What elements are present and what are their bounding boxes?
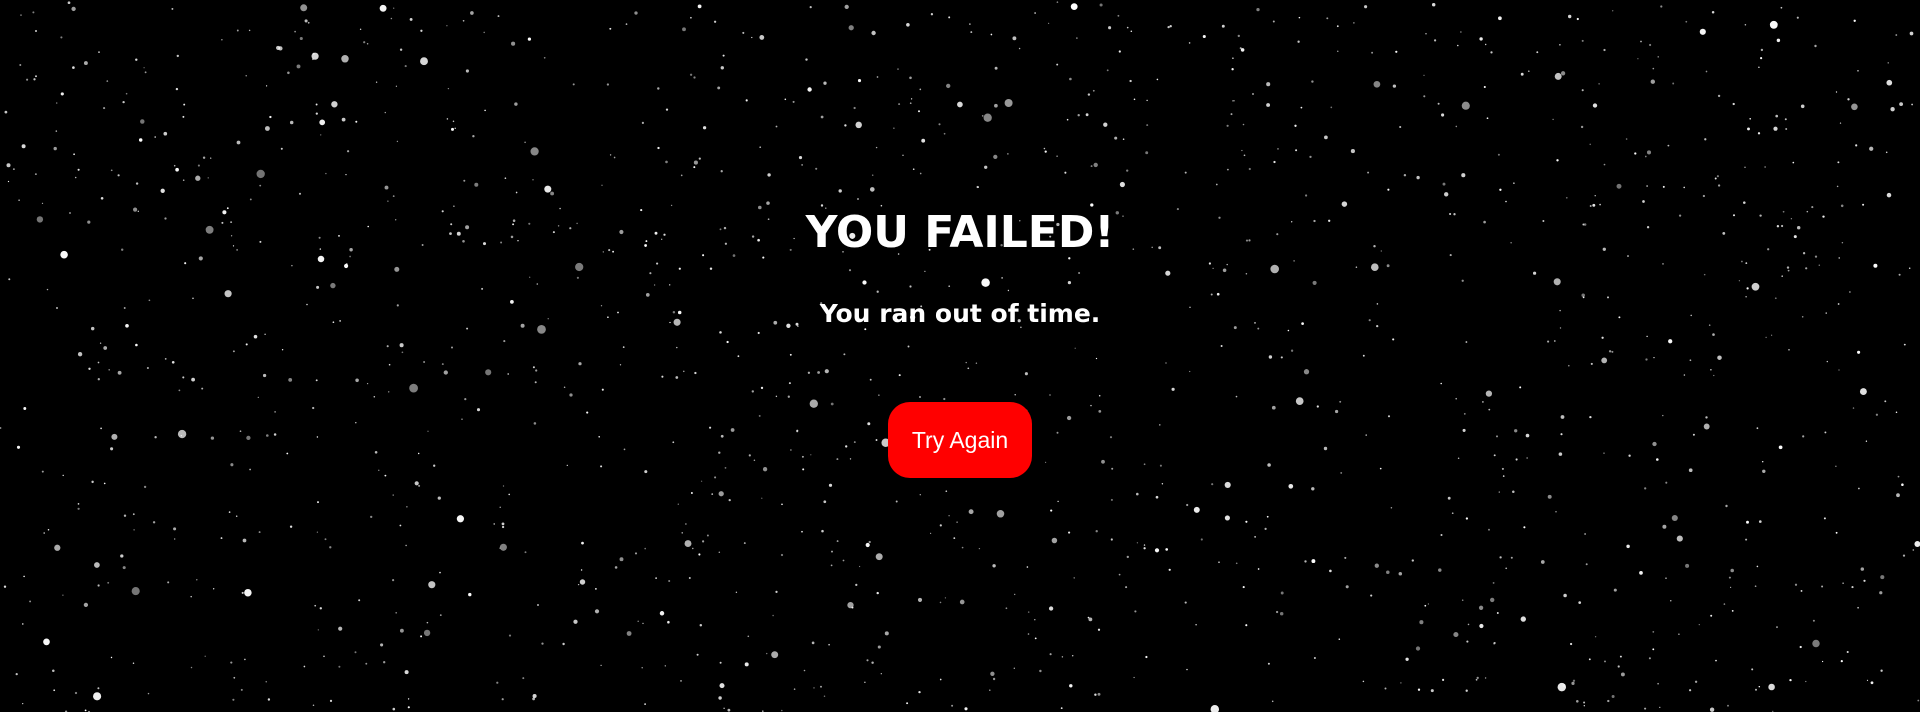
game-over-message: You ran out of time. xyxy=(819,299,1101,328)
try-again-button[interactable]: Try Again xyxy=(888,402,1032,478)
game-over-title: YOU FAILED! xyxy=(805,207,1115,258)
game-over-panel: YOU FAILED! You ran out of time. Try Aga… xyxy=(0,0,1920,712)
game-over-screen: YOU FAILED! You ran out of time. Try Aga… xyxy=(0,0,1920,712)
